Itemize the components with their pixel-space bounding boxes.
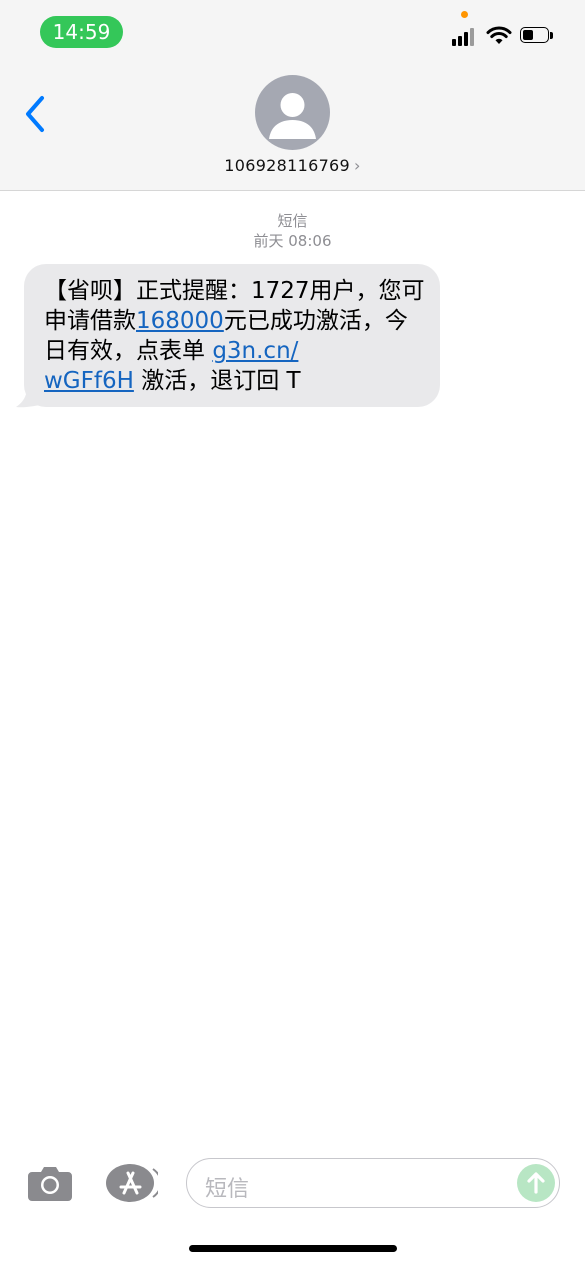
contact-avatar-icon[interactable] — [255, 75, 330, 150]
conversation-header: 14:59 106928116769 › — [0, 0, 585, 191]
url-link-line2[interactable]: wGFf6H — [44, 368, 134, 394]
service-label: 短信 — [277, 212, 308, 230]
back-chevron-icon[interactable] — [22, 94, 50, 134]
app-store-icon[interactable] — [106, 1163, 158, 1203]
contact-number: 106928116769 — [224, 156, 351, 175]
wifi-icon — [486, 26, 512, 44]
battery-icon — [520, 27, 554, 45]
message-bubble[interactable]: 【省呗】正式提醒：1727用户，您可申请借款168000元已成功激活，今日有效，… — [24, 264, 440, 407]
message-timestamp: 前天 08:06 — [253, 232, 332, 250]
contact-number-button[interactable]: 106928116769 › — [0, 156, 585, 175]
privacy-indicator-dot — [461, 11, 468, 18]
status-time: 14:59 — [40, 16, 123, 48]
home-indicator[interactable] — [189, 1245, 397, 1252]
message-text-part3: 激活，退订回 T — [133, 368, 301, 394]
send-arrow-icon[interactable] — [517, 1164, 555, 1202]
chevron-right-icon: › — [354, 156, 361, 175]
camera-icon[interactable] — [26, 1163, 74, 1203]
message-input[interactable]: 短信 — [186, 1158, 560, 1208]
message-input-placeholder: 短信 — [205, 1177, 250, 1202]
url-link-line1[interactable]: g3n.cn/ — [212, 338, 298, 364]
signal-icon — [452, 28, 480, 46]
amount-link[interactable]: 168000 — [136, 308, 224, 334]
